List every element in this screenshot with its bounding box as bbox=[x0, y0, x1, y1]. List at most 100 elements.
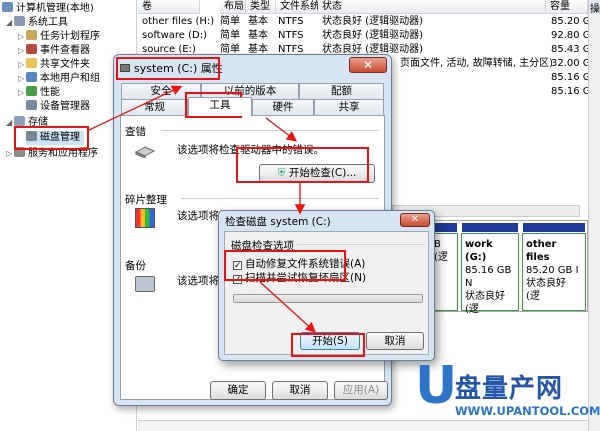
defrag-title: 碎片整理 bbox=[125, 194, 167, 206]
table-row[interactable]: other files (H:) 简单 基本 NTFS 状态良好 (逻辑驱动器)… bbox=[142, 15, 591, 29]
tree-item-storage[interactable]: ◢ 存储 bbox=[6, 116, 48, 130]
cell-status: 页面文件, 活动, 故障转储, 主分区) bbox=[400, 58, 553, 69]
expand-icon[interactable]: ▷ bbox=[18, 58, 26, 72]
column-header[interactable]: 容量 bbox=[546, 0, 588, 14]
tree-item-label: 共享文件夹 bbox=[40, 59, 90, 70]
apply-button[interactable]: 应用(A) bbox=[334, 381, 388, 400]
device-icon bbox=[26, 100, 37, 110]
partition-name: work (G:) bbox=[465, 239, 493, 263]
tree-item-label: 本地用户和组 bbox=[40, 73, 100, 84]
divider bbox=[297, 244, 425, 245]
tab-hardware[interactable]: 硬件 bbox=[252, 99, 314, 115]
tree-item-services[interactable]: ▷ 服务和应用程序 bbox=[6, 147, 98, 161]
drive-icon bbox=[120, 64, 130, 72]
performance-icon bbox=[26, 86, 37, 96]
close-button[interactable]: ✕ bbox=[349, 57, 387, 73]
tree-item-disk-management[interactable]: 磁盘管理 bbox=[26, 131, 84, 145]
table-row[interactable]: software (D:) 简单 基本 NTFS 状态良好 (逻辑驱动器) 92… bbox=[142, 29, 591, 43]
dialog-body: 磁盘检查选项 ✓ 自动修复文件系统错误(A) ✓ 扫描并尝试恢复坏扇区(N) 开始(… bbox=[224, 231, 429, 355]
cell-status: 状态良好 (逻辑驱动器) bbox=[322, 30, 423, 41]
partition-bar bbox=[523, 223, 585, 232]
expand-icon[interactable]: ▷ bbox=[6, 147, 14, 161]
expand-icon[interactable]: ▷ bbox=[18, 86, 26, 100]
start-check-button[interactable]: ⛨ 开始检查(C)... bbox=[259, 164, 375, 183]
partition-bar bbox=[462, 223, 518, 232]
tree-item-shared-folders[interactable]: ▷ 共享文件夹 bbox=[18, 58, 90, 72]
cancel-button[interactable]: 取消 bbox=[272, 381, 328, 400]
cell-capacity: 32.00 G bbox=[551, 58, 591, 69]
partition-work[interactable]: work (G:) 85.16 GB N 状态良好 (逻 bbox=[461, 223, 519, 315]
cell-capacity: 85.20 G bbox=[551, 16, 591, 27]
cell-fs: NTFS bbox=[278, 30, 304, 41]
logo-url: WWW.UPANTOOL.COM bbox=[455, 404, 600, 418]
tab-quota[interactable]: 配额 bbox=[299, 83, 384, 99]
cell-capacity: 85.16 G bbox=[551, 72, 591, 83]
tree-item-task-scheduler[interactable]: ▷ 任务计划程序 bbox=[18, 30, 100, 44]
computer-icon bbox=[2, 2, 13, 12]
expand-icon[interactable]: ▷ bbox=[18, 44, 26, 58]
close-button[interactable]: ✕ bbox=[400, 213, 430, 227]
shield-icon: ⛨ bbox=[277, 167, 286, 179]
folder-icon bbox=[26, 58, 37, 68]
actions-header: 操 bbox=[589, 0, 600, 15]
tree-item-label: 设备管理器 bbox=[40, 101, 90, 112]
column-header[interactable]: 文件系统 bbox=[276, 0, 320, 14]
start-button[interactable]: 开始(S) bbox=[300, 332, 360, 350]
column-header[interactable]: 布局 bbox=[220, 0, 246, 14]
partition-status: 状态良好 (逻 bbox=[465, 291, 505, 315]
expand-icon[interactable]: ▷ bbox=[18, 30, 26, 44]
checkbox-checked-icon[interactable]: ✓ bbox=[233, 275, 242, 285]
collapse-icon[interactable]: ◢ bbox=[6, 16, 14, 30]
partition-other-files[interactable]: other files 85.20 GB I 状态良好 (逻 bbox=[522, 223, 586, 311]
tree-root[interactable]: 计算机管理(本地) bbox=[2, 2, 94, 16]
divider bbox=[181, 198, 379, 199]
tree-item-label: 任务计划程序 bbox=[40, 31, 100, 42]
partition-size: B bbox=[434, 239, 441, 250]
watermark-logo: U 盘量产网 WWW.UPANTOOL.COM bbox=[415, 360, 600, 428]
auto-fix-checkbox[interactable]: ✓ 自动修复文件系统错误(A) bbox=[233, 256, 365, 271]
partition-status: (逻 bbox=[434, 252, 448, 263]
partition-name: other files bbox=[526, 239, 557, 263]
cell-layout: 简单 bbox=[220, 16, 240, 27]
cell-type: 基本 bbox=[248, 16, 268, 27]
error-check-title: 查错 bbox=[125, 126, 146, 138]
tab-sharing[interactable]: 共享 bbox=[314, 99, 384, 115]
dialog-title: 检查磁盘 system (C:) bbox=[225, 216, 331, 228]
services-icon bbox=[14, 147, 25, 157]
clock-icon bbox=[26, 30, 37, 40]
collapse-icon[interactable]: ◢ bbox=[6, 116, 14, 130]
tree-item-event-viewer[interactable]: ▷ 事件查看器 bbox=[18, 44, 90, 58]
tree-item-local-users[interactable]: ▷ 本地用户和组 bbox=[18, 72, 100, 86]
column-header[interactable]: 类型 bbox=[246, 0, 276, 14]
cell-volume: other files (H:) bbox=[142, 16, 215, 27]
partition-size: 85.20 GB I bbox=[526, 265, 579, 276]
ok-button[interactable]: 确定 bbox=[210, 381, 266, 400]
column-header[interactable]: 卷 bbox=[138, 0, 200, 14]
cell-status: 状态良好 (逻辑驱动器) bbox=[322, 16, 423, 27]
tab-general[interactable]: 常规 bbox=[121, 99, 188, 115]
checkbox-checked-icon[interactable]: ✓ bbox=[233, 261, 242, 271]
tree-item-label: 服务和应用程序 bbox=[28, 148, 98, 159]
scan-sectors-checkbox[interactable]: ✓ 扫描并尝试恢复坏扇区(N) bbox=[233, 270, 366, 285]
option-label: 自动修复文件系统错误(A) bbox=[245, 258, 366, 270]
partition-status: 状态良好 (逻 bbox=[526, 278, 566, 302]
cell-capacity: 85.43 G bbox=[551, 44, 591, 55]
column-header[interactable]: 状态 bbox=[318, 0, 546, 14]
divider bbox=[161, 130, 379, 131]
disk-map: B (逻 work (G:) 85.16 GB N 状态良好 (逻 other … bbox=[427, 220, 588, 315]
window-title-text: system (C:) 属性 bbox=[134, 62, 223, 75]
tree-item-system-tools[interactable]: ◢ 系统工具 bbox=[6, 16, 68, 30]
cell-fs: NTFS bbox=[278, 16, 304, 27]
partition-size: 85.16 GB N bbox=[465, 265, 512, 289]
tab-tools[interactable]: 工具 bbox=[188, 97, 252, 116]
tree-item-performance[interactable]: ▷ 性能 bbox=[18, 86, 60, 100]
cancel-check-button[interactable]: 取消 bbox=[366, 332, 424, 350]
progress-bar bbox=[233, 294, 423, 303]
cell-capacity: 85.16 G bbox=[551, 86, 591, 97]
disk-check-icon bbox=[135, 144, 155, 158]
event-icon bbox=[26, 44, 37, 54]
options-title: 磁盘检查选项 bbox=[231, 240, 294, 252]
tree-item-device-manager[interactable]: 设备管理器 bbox=[26, 100, 90, 114]
window-title: system (C:) 属性 bbox=[120, 59, 223, 79]
expand-icon[interactable]: ▷ bbox=[18, 72, 26, 86]
